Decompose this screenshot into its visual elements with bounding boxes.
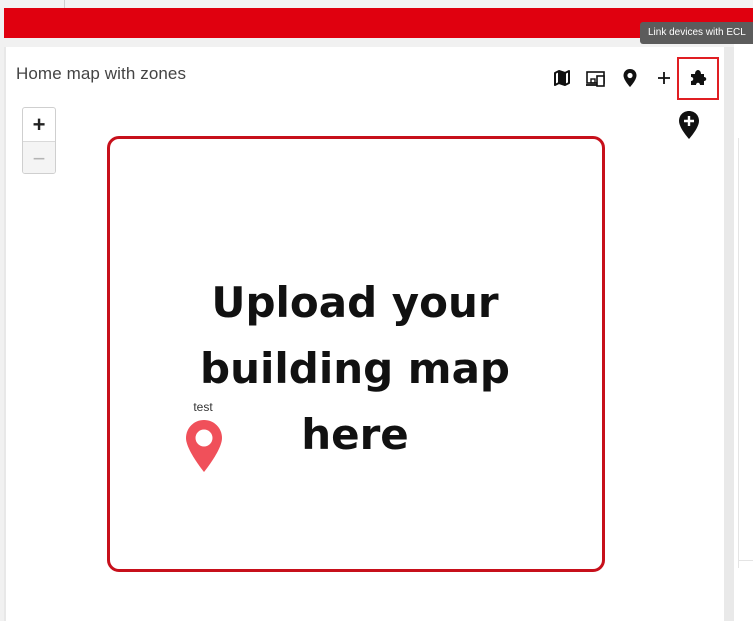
right-side-panel [734, 38, 753, 621]
location-button[interactable] [618, 66, 642, 90]
devices-button[interactable] [584, 66, 608, 90]
map-marker[interactable] [184, 418, 224, 474]
plus-icon [658, 72, 670, 84]
panel-scrollbar[interactable] [724, 47, 734, 621]
app-screen: Home map with zones Link devices with EC… [0, 0, 753, 621]
zoom-out-button[interactable]: − [23, 141, 55, 173]
location-pin-icon [623, 69, 637, 87]
highlight-frame [677, 57, 719, 100]
tooltip-link-devices: Link devices with ECL [640, 22, 753, 44]
marker-label: test [193, 400, 213, 414]
zoom-control: + − [22, 107, 56, 174]
window-top-strip [0, 0, 753, 8]
add-button[interactable] [652, 66, 676, 90]
map-view-button[interactable] [550, 66, 574, 90]
map-pin-icon [186, 420, 222, 472]
add-pin-button[interactable] [677, 110, 701, 140]
panel-title: Home map with zones [16, 64, 187, 83]
devices-icon [586, 71, 605, 87]
upload-prompt-line-2: building map [200, 344, 510, 393]
add-location-icon [679, 111, 699, 139]
zoom-in-button[interactable]: + [23, 108, 55, 141]
map-icon [554, 70, 570, 86]
upload-prompt-line-1: Upload your [211, 278, 499, 327]
